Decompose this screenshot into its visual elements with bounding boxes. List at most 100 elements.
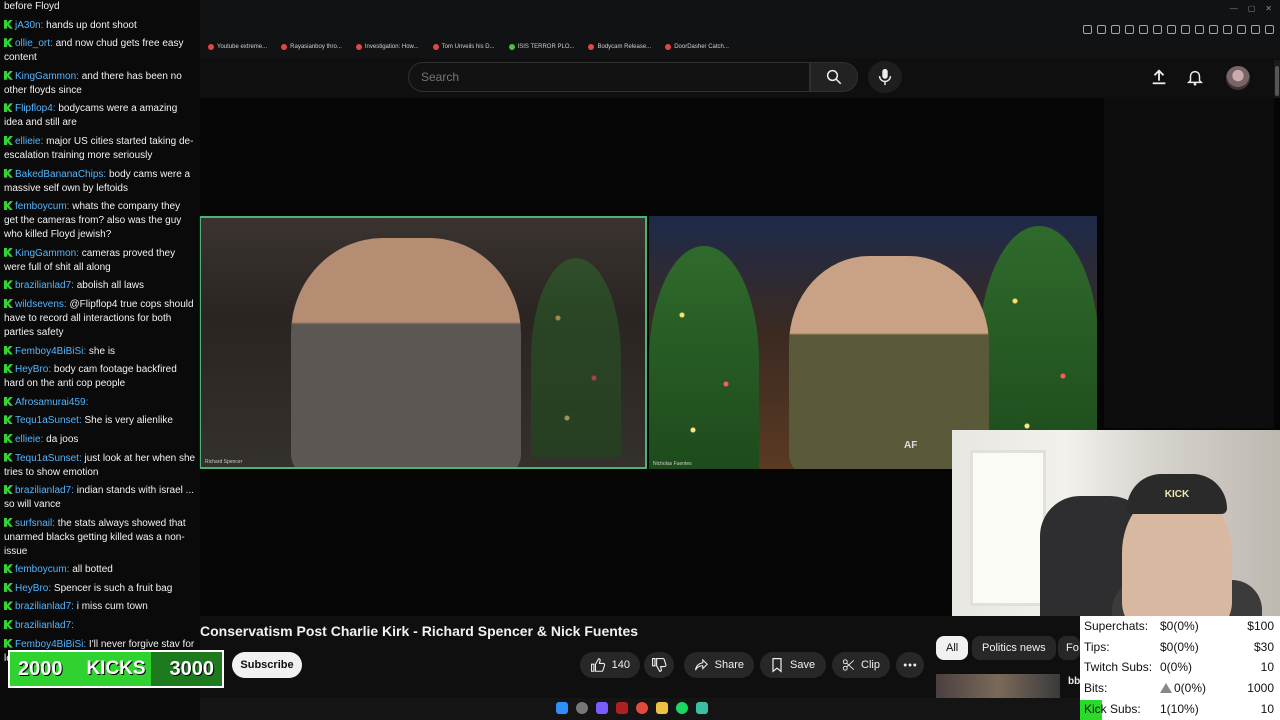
recommended-title[interactable]: bb bbox=[1068, 676, 1080, 687]
chat-text: Spencer is such a fruit bag bbox=[53, 582, 173, 594]
notifications-button[interactable] bbox=[1184, 66, 1206, 88]
chat-username[interactable]: wildsevens: bbox=[15, 299, 67, 310]
chat-username[interactable]: brazilianlad7: bbox=[15, 280, 74, 291]
chat-message: Femboy4BiBiSi: she is bbox=[0, 345, 200, 359]
chat-username[interactable]: brazilianlad7: bbox=[15, 601, 74, 612]
bookmark-item[interactable]: ISIS TERROR PLO... bbox=[508, 44, 574, 50]
chat-username[interactable]: BakedBananaChips: bbox=[15, 169, 106, 180]
chat-username[interactable]: Femboy4BiBiSi: bbox=[15, 639, 86, 650]
chat-username[interactable]: surfsnail: bbox=[15, 518, 55, 529]
chat-message: femboycum: all botted bbox=[0, 563, 200, 577]
chat-username[interactable]: femboycum: bbox=[15, 201, 69, 212]
bell-icon bbox=[1186, 70, 1204, 86]
live-chat: before Floyd jA30n: hands up dont shoot ol… bbox=[0, 0, 200, 720]
dislike-button[interactable] bbox=[644, 652, 674, 678]
kick-badge-icon bbox=[4, 601, 13, 611]
chat-username[interactable]: Flipflop4: bbox=[15, 103, 56, 114]
chat-username[interactable]: KingGammon: bbox=[15, 248, 79, 259]
kick-badge-icon bbox=[4, 103, 13, 113]
kick-badge-icon bbox=[4, 364, 13, 374]
kick-badge-icon bbox=[4, 620, 13, 630]
chat-username[interactable]: ollie_ort: bbox=[15, 38, 53, 49]
chat-message: brazilianlad7: i miss cum town bbox=[0, 600, 200, 614]
bookmark-icon bbox=[588, 44, 595, 50]
kicks-current: 2000 bbox=[18, 657, 63, 680]
room-window bbox=[970, 450, 1046, 606]
chat-text: da joos bbox=[46, 433, 79, 445]
start-icon bbox=[556, 702, 568, 714]
chat-username[interactable]: ellieie: bbox=[15, 434, 43, 445]
kick-badge-icon bbox=[4, 638, 13, 648]
taskbar-icons[interactable] bbox=[556, 702, 708, 714]
chat-username[interactable]: ellieie: bbox=[15, 136, 43, 147]
chip-politics-news[interactable]: Politics news bbox=[972, 636, 1056, 660]
bookmark-icon bbox=[208, 44, 214, 50]
stat-row-superchats: Superchats: $0(0%) $100 bbox=[1084, 619, 1274, 634]
bookmark-item[interactable]: Tom Unveils his D... bbox=[432, 44, 495, 50]
kick-badge-icon bbox=[4, 415, 13, 425]
share-icon bbox=[694, 658, 708, 671]
chat-username[interactable]: Femboy4BiBiSi: bbox=[15, 346, 86, 357]
side-panel bbox=[1104, 98, 1274, 428]
thumbs-up-icon bbox=[591, 658, 606, 672]
recommended-thumbnail[interactable] bbox=[936, 674, 1060, 700]
video-title: Conservatism Post Charlie Kirk - Richard… bbox=[200, 623, 639, 639]
bookmark-item[interactable]: DoorDasher Catch... bbox=[665, 44, 729, 50]
chat-username[interactable]: Afrosamurai459: bbox=[15, 397, 88, 408]
kick-badge-icon bbox=[4, 19, 13, 29]
search-button[interactable] bbox=[810, 62, 858, 92]
bookmark-item[interactable]: Bodycam Release... bbox=[588, 44, 651, 50]
more-actions-button[interactable] bbox=[896, 652, 924, 678]
chat-text: abolish all laws bbox=[76, 280, 144, 292]
bookmarks-bar: Youtube extreme... Rayasianboy thro... I… bbox=[200, 40, 1108, 54]
like-count: 140 bbox=[611, 659, 630, 671]
voice-search-button[interactable] bbox=[868, 61, 902, 93]
chat-username[interactable]: Tequ1aSunset: bbox=[15, 453, 82, 464]
chat-message: femboycum: whats the company they get th… bbox=[0, 200, 200, 242]
chat-message: wildsevens: @Flipflop4 true cops should … bbox=[0, 298, 200, 340]
bookmark-item[interactable]: Investigation: How... bbox=[355, 44, 419, 50]
kick-badge-icon bbox=[4, 70, 13, 80]
chat-username[interactable]: femboycum: bbox=[15, 564, 69, 575]
chat-username[interactable]: Tequ1aSunset: bbox=[15, 415, 82, 426]
app-icon bbox=[616, 702, 628, 714]
chat-message: brazilianlad7: abolish all laws bbox=[0, 279, 200, 293]
chat-username[interactable]: HeyBro: bbox=[15, 364, 51, 375]
video-pane-left: Richard Spencer bbox=[199, 216, 647, 469]
chat-username[interactable]: brazilianlad7: bbox=[15, 620, 74, 631]
upload-icon bbox=[1152, 69, 1166, 85]
search-box[interactable] bbox=[408, 62, 833, 92]
subscribe-button[interactable]: Subscribe bbox=[232, 652, 302, 678]
bookmark-item[interactable]: Rayasianboy thro... bbox=[281, 44, 342, 50]
app-icon bbox=[696, 702, 708, 714]
kick-badge-icon bbox=[4, 452, 13, 462]
kick-badge-icon bbox=[4, 168, 13, 178]
chat-message: ollie_ort: and now chud gets free easy c… bbox=[0, 37, 200, 65]
upload-button[interactable] bbox=[1148, 66, 1170, 88]
chat-message: HeyBro: body cam footage backfired hard … bbox=[0, 363, 200, 391]
save-button[interactable]: Save bbox=[760, 652, 826, 678]
chat-username[interactable]: brazilianlad7: bbox=[15, 485, 74, 496]
kick-badge-icon bbox=[4, 38, 13, 48]
bookmark-icon bbox=[432, 44, 439, 50]
chat-message: KingGammon: cameras proved they were ful… bbox=[0, 247, 200, 275]
chat-username[interactable]: KingGammon: bbox=[15, 71, 79, 82]
chat-username[interactable]: jA30n: bbox=[15, 20, 43, 31]
chat-username[interactable]: HeyBro: bbox=[15, 583, 51, 594]
kick-cap: KICK bbox=[1127, 474, 1227, 514]
clip-button[interactable]: Clip bbox=[832, 652, 890, 678]
search-input[interactable] bbox=[409, 63, 833, 91]
share-button[interactable]: Share bbox=[684, 652, 754, 678]
chip-more[interactable]: Fo bbox=[1058, 636, 1080, 660]
chat-text: all botted bbox=[72, 564, 113, 576]
bookmark-item[interactable]: Youtube extreme... bbox=[208, 44, 267, 50]
chip-all[interactable]: All bbox=[936, 636, 969, 660]
kick-badge-icon bbox=[4, 433, 13, 443]
extension-icons[interactable] bbox=[1083, 25, 1274, 34]
chat-message: Tequ1aSunset: She is very alienlike bbox=[0, 414, 200, 428]
donation-stats-panel: Superchats: $0(0%) $100 Tips: $0(0%) $30 Twi… bbox=[1080, 616, 1280, 720]
kick-badge-icon bbox=[4, 247, 13, 257]
account-avatar[interactable] bbox=[1226, 66, 1250, 90]
window-controls[interactable]: — ▢ ✕ bbox=[1230, 4, 1272, 13]
like-button[interactable]: 140 bbox=[580, 652, 640, 678]
